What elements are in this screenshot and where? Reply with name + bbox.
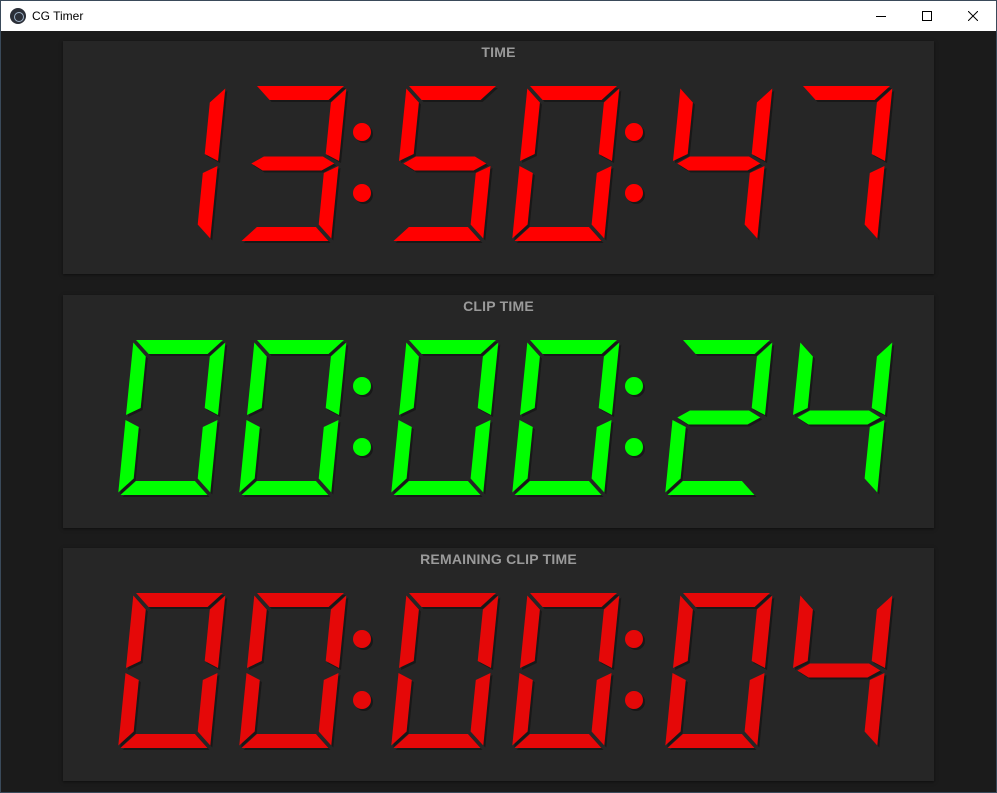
- segment-g: [403, 156, 487, 171]
- colon-2-dot-1: [625, 377, 643, 395]
- window-controls: [858, 1, 996, 31]
- clip-time-display: [63, 295, 934, 528]
- colon-2-dot-1: [625, 123, 643, 141]
- segment-d: [393, 227, 481, 241]
- colon-1-dot-2: [353, 438, 371, 456]
- digit-4: [512, 340, 622, 497]
- colon-2-dot-2: [625, 184, 643, 202]
- close-button[interactable]: [950, 1, 996, 31]
- digit-6: [793, 595, 895, 748]
- segment-g: [677, 156, 761, 171]
- segment-d: [514, 734, 602, 748]
- colon-2-dot-2: [625, 438, 643, 456]
- segment-d: [393, 734, 481, 748]
- digit-1: [118, 340, 228, 497]
- digit-1: [197, 88, 228, 241]
- title-bar[interactable]: CG Timer: [0, 0, 997, 31]
- segment-d: [667, 734, 755, 748]
- digit-1: [118, 593, 228, 750]
- time-panel: TIME: [63, 41, 934, 274]
- remaining-clip-time-display: [63, 548, 934, 781]
- digit-5: [673, 88, 775, 241]
- segment-g: [797, 663, 881, 678]
- colon-2-dot-2: [625, 691, 643, 709]
- segment-d: [120, 481, 208, 495]
- digit-4: [512, 86, 622, 243]
- colon-1-dot-1: [353, 123, 371, 141]
- digit-3: [391, 340, 501, 497]
- digit-5: [665, 340, 775, 497]
- colon-1-dot-2: [353, 184, 371, 202]
- digit-6: [793, 342, 895, 495]
- segment-d: [120, 734, 208, 748]
- segment-d: [393, 481, 481, 495]
- colon-1-dot-1: [353, 377, 371, 395]
- segment-d: [241, 481, 329, 495]
- digit-4: [512, 593, 622, 750]
- window-frame-left: [0, 31, 1, 793]
- time-display: [63, 41, 934, 274]
- colon-1-dot-1: [353, 630, 371, 648]
- colon-2-dot-1: [625, 630, 643, 648]
- maximize-icon: [922, 11, 932, 21]
- segment-d: [667, 481, 755, 495]
- segment-d: [514, 227, 602, 241]
- close-icon: [968, 11, 978, 21]
- seven-segment-display: [118, 593, 895, 750]
- segment-d: [241, 734, 329, 748]
- maximize-button[interactable]: [904, 1, 950, 31]
- segment-d: [241, 227, 329, 241]
- minimize-button[interactable]: [858, 1, 904, 31]
- digit-2: [239, 593, 349, 750]
- remaining-clip-time-panel: REMAINING CLIP TIME: [63, 548, 934, 781]
- app-icon: [10, 8, 26, 24]
- segment-g: [797, 410, 881, 425]
- colon-1-dot-2: [353, 691, 371, 709]
- seven-segment-display: [118, 340, 895, 497]
- segment-d: [514, 481, 602, 495]
- digit-5: [665, 593, 775, 750]
- digit-3: [391, 593, 501, 750]
- segment-g: [251, 156, 335, 171]
- digit-2: [241, 86, 349, 243]
- digit-6: [803, 86, 895, 241]
- window-title: CG Timer: [32, 9, 84, 23]
- digit-2: [239, 340, 349, 497]
- minimize-icon: [876, 16, 886, 17]
- clip-time-panel: CLIP TIME: [63, 295, 934, 528]
- digit-3: [393, 86, 498, 243]
- seven-segment-display: [197, 86, 895, 243]
- segment-g: [677, 410, 761, 425]
